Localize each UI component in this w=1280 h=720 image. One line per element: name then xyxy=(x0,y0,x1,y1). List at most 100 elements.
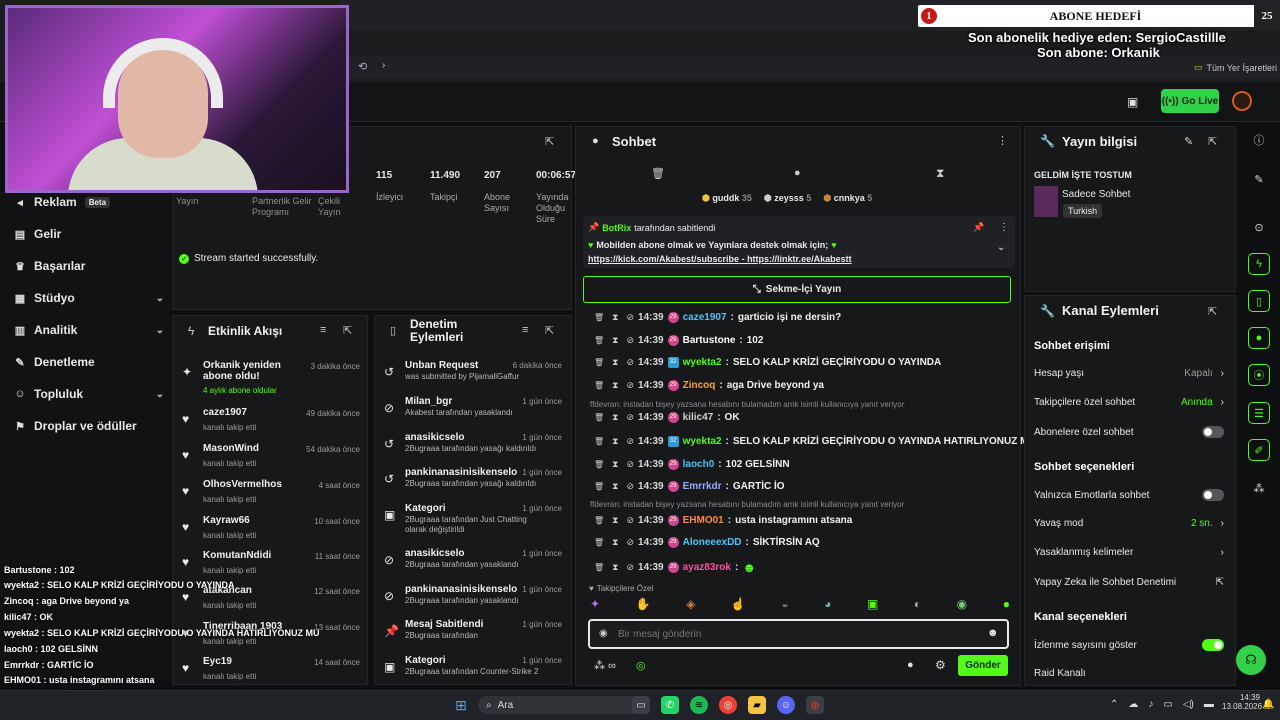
ban-icon[interactable]: ⊘ xyxy=(626,481,634,492)
emote-icon[interactable]: ◒ xyxy=(781,597,788,615)
sidebar-item-reklam[interactable]: ◂ Reklam Beta xyxy=(14,195,164,209)
timeout-icon[interactable]: ⧗ xyxy=(612,481,618,492)
emote-bar[interactable]: ✦ ✋ ◈ ☝ ◒ ◕ ▣ ◐ ◉ ● xyxy=(590,597,1010,615)
pencil-icon[interactable]: ✎ xyxy=(1248,168,1270,190)
windows-start-icon[interactable]: ⊞ xyxy=(452,696,470,714)
support-icon[interactable]: ☊ xyxy=(1236,645,1266,675)
emote-icon[interactable]: ◉ xyxy=(957,597,967,615)
filter-icon[interactable]: ≡ xyxy=(522,324,528,336)
timeout-icon[interactable]: ⧗ xyxy=(612,312,618,323)
delete-icon[interactable]: 🗑 xyxy=(594,516,604,525)
mic-icon[interactable]: ♪ xyxy=(1148,699,1153,710)
chat-message[interactable]: 🗑 ⧗ ⊘ 14:39 29 EHMO01: usta instagramını atsan… xyxy=(594,515,852,526)
battery-icon[interactable]: ▬ xyxy=(1204,699,1214,710)
copilot-icon[interactable]: ⟲ xyxy=(358,60,367,73)
timeout-icon[interactable]: ⧗ xyxy=(612,515,618,526)
emote-icon[interactable]: ◕ xyxy=(824,597,831,615)
in-tab-stream-button[interactable]: ⤡ Sekme-İçi Yayın xyxy=(583,276,1011,303)
ban-icon[interactable]: ⊘ xyxy=(626,562,634,573)
avatar[interactable] xyxy=(1232,91,1252,111)
emote-icon[interactable]: ✦ xyxy=(590,597,600,615)
emoji-icon[interactable]: ☻ xyxy=(987,627,999,639)
popout-icon[interactable]: ⇱ xyxy=(1208,305,1217,318)
banned-words-row[interactable]: Yasaklanmış kelimeler › xyxy=(1034,547,1224,558)
ban-icon[interactable]: ⊘ xyxy=(626,335,634,346)
timeout-icon[interactable]: ⧗ xyxy=(612,562,618,573)
chat-message[interactable]: 🗑 ⧗ ⊘ 14:39 29 caze1907: garticio işi ne dersi… xyxy=(594,312,841,323)
kick-icon[interactable]: ◎ xyxy=(636,659,646,672)
chat-message[interactable]: 🗑 ⧗ ⊘ 14:39 29 Emrrkdr: GARTİC İO xyxy=(594,481,785,492)
chat-username[interactable]: Bartustone xyxy=(683,335,736,346)
chat-username[interactable]: Emrrkdr xyxy=(683,481,722,492)
popout-icon[interactable]: ⇱ xyxy=(1208,135,1217,148)
chat-username[interactable]: EHMO01 xyxy=(683,515,724,526)
sidebar-item-gelir[interactable]: ▤ Gelir xyxy=(14,227,164,241)
chat-message[interactable]: 🗑 ⧗ ⊘ 14:39 29 laoch0:102 GELSİNN xyxy=(594,459,790,470)
delete-icon[interactable]: 🗑 xyxy=(594,313,604,322)
bolt-icon[interactable]: ϟ xyxy=(1248,253,1270,275)
whatsapp-icon[interactable]: ✆ xyxy=(661,696,679,714)
chat-username[interactable]: Zincoq xyxy=(683,380,716,391)
volume-icon[interactable]: ◁) xyxy=(1183,699,1194,710)
chat-message[interactable]: 🗑 ⧗ ⊘ 14:39 32 wyekta2: SELO KALP KRİZİ GEÇİRİ… xyxy=(594,436,1036,447)
sidebar-item-analitik[interactable]: ▥ Analitik ⌄ xyxy=(14,323,164,337)
chat-username[interactable]: caze1907 xyxy=(683,312,727,323)
emote-icon[interactable]: ▣ xyxy=(867,597,878,615)
sidebar-item-studyo[interactable]: ▦ Stüdyo ⌄ xyxy=(14,291,164,305)
document-icon[interactable]: ▯ xyxy=(1248,290,1270,312)
chat-message[interactable]: 🗑 ⧗ ⊘ 14:39 29 AloneeexDD: SİKTİRSİN AQ xyxy=(594,537,820,548)
delete-icon[interactable]: 🗑 xyxy=(594,460,604,469)
emote-icon[interactable]: ◐ xyxy=(914,597,921,615)
chat-message[interactable]: 🗑 ⧗ ⊘ 14:39 29 ayaz83rok: ☻ xyxy=(594,560,756,575)
info-icon[interactable]: ⓘ xyxy=(1248,129,1270,151)
hourglass-icon[interactable]: ⧗ xyxy=(936,166,944,181)
timeout-icon[interactable]: ⧗ xyxy=(612,412,618,423)
popout-icon[interactable]: ⇱ xyxy=(545,324,554,337)
ban-icon[interactable]: ⊘ xyxy=(626,357,634,368)
ban-icon[interactable]: ⊘ xyxy=(626,312,634,323)
wrench-icon[interactable]: ✐ xyxy=(1248,439,1270,461)
chevron-down-icon[interactable]: ⌄ xyxy=(997,242,1005,253)
cloud-icon[interactable]: ☁ xyxy=(1128,699,1138,710)
chat-icon[interactable]: ● xyxy=(1248,327,1270,349)
ban-icon[interactable]: ⊘ xyxy=(626,412,634,423)
all-bookmarks[interactable]: ▭ Tüm Yer İşaretleri xyxy=(1194,62,1277,73)
timeout-icon[interactable]: ⧗ xyxy=(612,357,618,368)
timeout-icon[interactable]: ⧗ xyxy=(612,436,618,447)
timeout-icon[interactable]: ⧗ xyxy=(612,459,618,470)
sidebar-item-basarilar[interactable]: ♛ Başarılar xyxy=(14,259,164,273)
popout-icon[interactable]: ⇱ xyxy=(545,135,554,148)
ban-icon[interactable]: ⊘ xyxy=(626,537,634,548)
list-icon[interactable]: ☰ xyxy=(1248,402,1270,424)
show-viewers-toggle[interactable] xyxy=(1202,639,1224,651)
chevron-right-icon[interactable]: › xyxy=(382,60,385,71)
emote-icon[interactable]: ● xyxy=(1003,597,1010,615)
chat-input[interactable] xyxy=(618,625,968,643)
settings-gear-icon[interactable]: ⚙ xyxy=(935,658,946,672)
slow-mode-row[interactable]: Yavaş mod 2 sn. › xyxy=(1034,518,1224,529)
chat-icon[interactable]: ● xyxy=(794,167,801,179)
chat-username[interactable]: wyekta2 xyxy=(683,357,722,368)
chat-message[interactable]: 🗑 ⧗ ⊘ 14:39 29 Bartustone:102 xyxy=(594,335,763,346)
spotify-icon[interactable]: ≋ xyxy=(690,696,708,714)
go-live-button[interactable]: ((•)) Go Live xyxy=(1161,89,1219,113)
pin-icon[interactable]: 📌 xyxy=(973,222,984,233)
broadcast-icon[interactable]: ⦿ xyxy=(1248,364,1270,386)
timeout-icon[interactable]: ⧗ xyxy=(612,380,618,391)
apps-icon[interactable]: ⁂ xyxy=(1248,477,1270,499)
discord-icon[interactable]: ☺ xyxy=(777,696,795,714)
target-icon[interactable]: ⊙ xyxy=(1248,216,1270,238)
taskbar-search[interactable]: ⌕ Ara xyxy=(478,696,648,714)
chat-username[interactable]: laoch0 xyxy=(683,459,715,470)
edit-icon[interactable]: ✎ xyxy=(1184,135,1193,148)
delete-icon[interactable]: 🗑 xyxy=(594,482,604,491)
pinned-links[interactable]: https://kick.com/Akabest/subscribe - htt… xyxy=(588,254,852,264)
app-icon[interactable]: ◍ xyxy=(806,696,824,714)
delete-icon[interactable]: 🗑 xyxy=(594,437,604,446)
more-vertical-icon[interactable]: ⋮ xyxy=(999,222,1009,233)
sidebar-item-topluluk[interactable]: ☺ Topluluk ⌄ xyxy=(14,387,164,401)
ban-icon[interactable]: ⊘ xyxy=(626,380,634,391)
delete-icon[interactable]: 🗑 xyxy=(594,358,604,367)
delete-icon[interactable]: 🗑 xyxy=(594,336,604,345)
ban-icon[interactable]: ⊘ xyxy=(626,459,634,470)
